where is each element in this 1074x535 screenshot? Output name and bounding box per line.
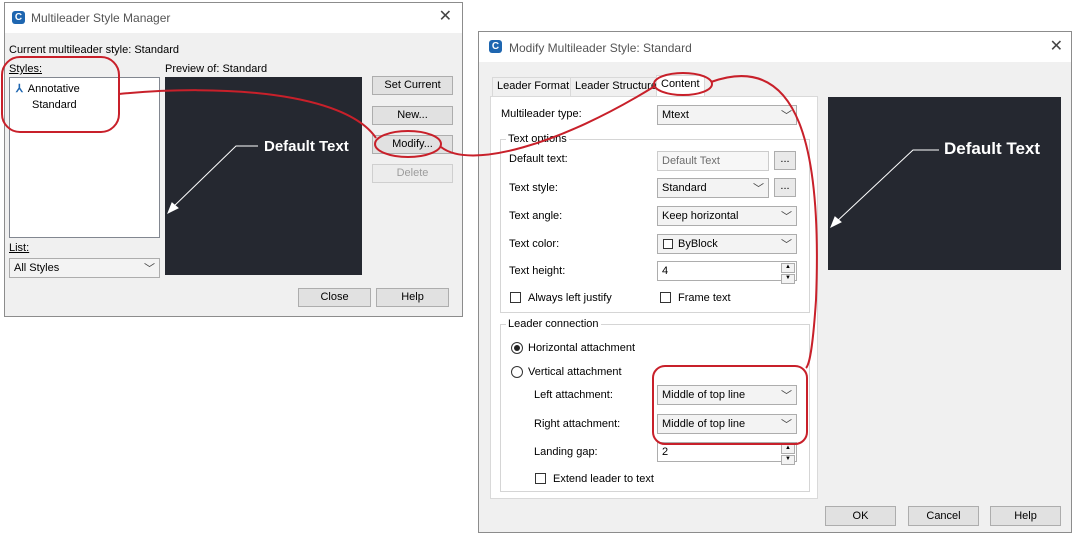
list-label: List: <box>9 242 30 254</box>
preview-of-label: Preview of: Standard <box>165 63 268 75</box>
text-height-value: 4 <box>662 265 669 277</box>
chevron-down-icon: ﹀ <box>144 263 155 275</box>
vertical-attachment-label: Vertical attachment <box>528 366 622 378</box>
spin-down-icon[interactable]: ▼ <box>781 274 795 284</box>
vertical-attachment-radio[interactable] <box>511 366 523 378</box>
multileader-type-label: Multileader type: <box>501 108 582 120</box>
modify-preview: Default Text <box>828 97 1061 270</box>
list-item-annotative[interactable]: ⅄ Annotative <box>16 82 80 95</box>
text-style-value: Standard <box>662 182 707 194</box>
tab-leader-format[interactable]: Leader Format <box>492 77 575 96</box>
new-button[interactable]: New... <box>372 106 453 125</box>
landing-gap-value: 2 <box>662 446 669 458</box>
chevron-down-icon: ﹀ <box>781 239 792 251</box>
chevron-down-icon: ﹀ <box>781 211 792 223</box>
text-angle-value: Keep horizontal <box>662 210 739 222</box>
left-attachment-value: Middle of top line <box>662 389 746 401</box>
cancel-button[interactable]: Cancel <box>908 506 979 526</box>
close-icon[interactable]: ✕ <box>439 8 452 26</box>
left-attachment-select[interactable]: Middle of top line ﹀ <box>657 385 797 405</box>
app-icon: C <box>12 11 25 24</box>
style-standard-label: Standard <box>32 99 77 111</box>
text-color-label: Text color: <box>509 238 560 250</box>
right-attachment-value: Middle of top line <box>662 418 746 430</box>
text-angle-select[interactable]: Keep horizontal ﹀ <box>657 206 797 226</box>
chevron-down-icon: ﹀ <box>781 419 792 431</box>
right-attachment-select[interactable]: Middle of top line ﹀ <box>657 414 797 434</box>
spin-down-icon[interactable]: ▼ <box>781 455 795 465</box>
horizontal-attachment-label: Horizontal attachment <box>528 342 635 354</box>
leader-connection-title: Leader connection <box>506 318 601 330</box>
left-attachment-label: Left attachment: <box>534 389 613 401</box>
chevron-down-icon: ﹀ <box>781 390 792 402</box>
text-height-field[interactable]: 4 ▲ ▼ <box>657 261 797 284</box>
manager-titlebar: C Multileader Style Manager ✕ <box>5 3 462 33</box>
annotative-icon: ⅄ <box>16 83 23 95</box>
close-icon[interactable]: ✕ <box>1050 38 1063 56</box>
ok-button[interactable]: OK <box>825 506 896 526</box>
app-icon: C <box>489 40 502 53</box>
default-text-value: Default Text <box>662 155 720 167</box>
list-item-standard[interactable]: Standard <box>32 99 77 111</box>
current-style-label: Current multileader style: Standard <box>9 44 179 56</box>
landing-gap-spinner[interactable]: ▲ ▼ <box>781 443 795 465</box>
spin-up-icon[interactable]: ▲ <box>781 263 795 273</box>
close-button[interactable]: Close <box>298 288 371 307</box>
text-color-value: ByBlock <box>678 238 718 250</box>
color-swatch-icon <box>663 239 673 249</box>
text-color-select[interactable]: ByBlock ﹀ <box>657 234 797 254</box>
tab-leader-structure[interactable]: Leader Structure <box>570 77 662 96</box>
text-angle-label: Text angle: <box>509 210 563 222</box>
set-current-button[interactable]: Set Current <box>372 76 453 95</box>
manager-preview-text: Default Text <box>264 138 349 155</box>
frame-text-checkbox[interactable] <box>660 292 671 303</box>
extend-leader-checkbox[interactable] <box>535 473 546 484</box>
list-filter-value: All Styles <box>14 262 60 274</box>
always-left-justify-label: Always left justify <box>528 292 612 304</box>
modify-title: Modify Multileader Style: Standard <box>509 41 692 55</box>
manager-title: Multileader Style Manager <box>31 11 171 25</box>
default-text-field[interactable]: Default Text <box>657 151 769 171</box>
styles-list[interactable]: ⅄ Annotative Standard <box>9 77 160 238</box>
modify-help-button[interactable]: Help <box>990 506 1061 526</box>
text-style-browse-button[interactable]: ... <box>774 178 796 197</box>
delete-button[interactable]: Delete <box>372 164 453 183</box>
styles-label: Styles: <box>9 63 43 75</box>
always-left-justify-checkbox[interactable] <box>510 292 521 303</box>
extend-leader-label: Extend leader to text <box>553 473 654 485</box>
landing-gap-field[interactable]: 2 ▲ ▼ <box>657 442 797 465</box>
text-style-select[interactable]: Standard ﹀ <box>657 178 769 198</box>
modify-button[interactable]: Modify... <box>372 135 453 154</box>
frame-text-label: Frame text <box>678 292 731 304</box>
tab-content[interactable]: Content <box>656 75 705 96</box>
multileader-type-select[interactable]: Mtext ﹀ <box>657 105 797 125</box>
spin-up-icon[interactable]: ▲ <box>781 444 795 454</box>
style-annotative-label: Annotative <box>27 83 80 95</box>
default-text-label: Default text: <box>509 153 568 165</box>
landing-gap-label: Landing gap: <box>534 446 598 458</box>
manager-preview: Default Text <box>165 77 362 275</box>
chevron-down-icon: ﹀ <box>753 183 764 195</box>
right-attachment-label: Right attachment: <box>534 418 621 430</box>
multileader-style-manager-window: C Multileader Style Manager ✕ Current mu… <box>4 2 463 317</box>
horizontal-attachment-radio[interactable] <box>511 342 523 354</box>
modify-titlebar: C Modify Multileader Style: Standard ✕ <box>479 32 1071 62</box>
text-style-label: Text style: <box>509 182 558 194</box>
help-button[interactable]: Help <box>376 288 449 307</box>
chevron-down-icon: ﹀ <box>781 110 792 122</box>
multileader-type-value: Mtext <box>662 109 689 121</box>
text-height-label: Text height: <box>509 265 566 277</box>
list-filter-select[interactable]: All Styles ﹀ <box>9 258 160 278</box>
text-options-title: Text options <box>506 133 569 145</box>
text-height-spinner[interactable]: ▲ ▼ <box>781 262 795 284</box>
default-text-browse-button[interactable]: ... <box>774 151 796 170</box>
modify-preview-text: Default Text <box>944 139 1041 158</box>
